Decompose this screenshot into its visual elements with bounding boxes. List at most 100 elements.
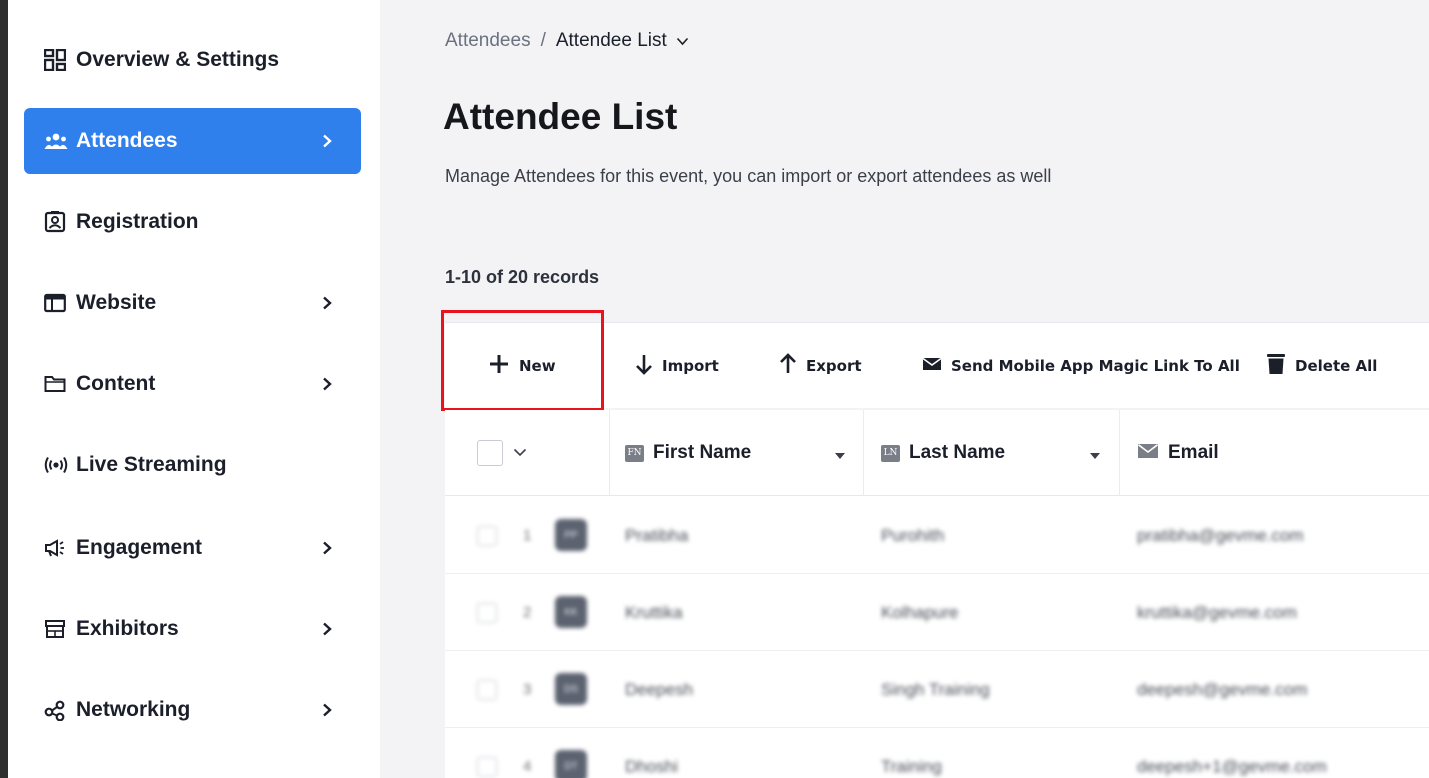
column-label: Email: [1168, 442, 1219, 463]
sidebar-item-label: Engagement: [76, 536, 203, 559]
column-divider: [609, 410, 610, 496]
records-count: 1-10 of 20 records: [445, 267, 600, 287]
last-name-cell: Training: [881, 756, 942, 776]
delete-all-label: Delete All: [1295, 357, 1378, 375]
row-checkbox[interactable]: [477, 757, 497, 777]
row-checkbox[interactable]: [477, 526, 497, 546]
email-cell: deepesh+1@gevme.com: [1137, 756, 1327, 776]
sidebar-item-engagement[interactable]: Engagement: [24, 515, 361, 581]
row-number: 2: [523, 604, 532, 621]
select-all-checkbox-group[interactable]: [477, 410, 527, 496]
export-button-label: Export: [806, 357, 862, 375]
sidebar-item-label: Networking: [76, 698, 191, 721]
last-name-cell: Purohith: [881, 525, 945, 545]
chevron-right-icon: [317, 374, 337, 394]
attendee-table: FN First Name LN Last Name Email 1 PP Pr…: [445, 410, 1429, 778]
megaphone-icon: [44, 538, 72, 558]
last-name-cell: Singh Training: [881, 679, 990, 699]
sidebar-item-label: Exhibitors: [76, 617, 179, 640]
export-button[interactable]: Export: [779, 323, 862, 409]
avatar: DS: [555, 673, 587, 705]
table-header: FN First Name LN Last Name Email: [445, 410, 1429, 496]
import-button-label: Import: [662, 357, 719, 375]
chevron-down-icon[interactable]: [513, 444, 527, 462]
delete-all-button[interactable]: Delete All: [1266, 323, 1377, 409]
window-frame-edge: [0, 0, 8, 778]
sidebar-item-label: Website: [76, 291, 157, 314]
table-row[interactable]: 1 PP Pratibha Purohith pratibha@gevme.co…: [445, 497, 1429, 574]
send-magic-link-label: Send Mobile App Magic Link To All: [951, 357, 1240, 375]
sidebar-item-attendees[interactable]: Attendees: [24, 108, 361, 174]
chevron-right-icon: [317, 700, 337, 720]
avatar: PP: [555, 519, 587, 551]
table-row[interactable]: 2 KK Kruttika Kolhapure kruttika@gevme.c…: [445, 574, 1429, 651]
page-subtitle: Manage Attendees for this event, you can…: [445, 166, 1052, 186]
new-button-highlight: [441, 310, 604, 411]
column-label: First Name: [653, 442, 752, 463]
main-content: Attendees / Attendee List Attendee List …: [380, 0, 1429, 778]
row-number: 1: [523, 527, 532, 544]
arrow-up-icon: [779, 353, 797, 379]
browser-window-icon: [44, 293, 72, 313]
first-name-cell: Deepesh: [625, 679, 694, 699]
sidebar-item-label: Attendees: [76, 129, 178, 152]
avatar: DT: [555, 750, 587, 778]
select-all-checkbox[interactable]: [477, 440, 503, 466]
row-checkbox[interactable]: [477, 603, 497, 623]
id-badge-icon: [44, 211, 72, 233]
column-header-last-name[interactable]: LN Last Name: [881, 410, 1005, 496]
column-divider: [863, 410, 864, 496]
email-cell: kruttika@gevme.com: [1137, 602, 1297, 622]
sidebar-item-label: Content: [76, 372, 156, 395]
first-name-cell: Dhoshi: [625, 756, 678, 776]
sidebar-item-live-streaming[interactable]: Live Streaming: [24, 432, 361, 498]
sidebar-item-networking[interactable]: Networking: [24, 677, 361, 743]
chevron-down-icon: [676, 30, 689, 52]
last-name-cell: Kolhapure: [881, 602, 959, 622]
chevron-right-icon: [317, 293, 337, 313]
sort-caret-icon[interactable]: [835, 453, 845, 459]
sort-caret-icon[interactable]: [1090, 453, 1100, 459]
trash-icon: [1266, 352, 1286, 380]
column-header-email[interactable]: Email: [1137, 410, 1219, 496]
sidebar-item-overview-settings[interactable]: Overview & Settings: [24, 27, 361, 93]
chevron-right-icon: [317, 131, 337, 151]
column-label: Last Name: [909, 442, 1006, 463]
sidebar-item-registration[interactable]: Registration: [24, 189, 361, 255]
first-name-badge-icon: FN: [625, 444, 644, 462]
envelope-icon: [922, 356, 942, 376]
chevron-right-icon: [317, 619, 337, 639]
table-row[interactable]: 3 DS Deepesh Singh Training deepesh@gevm…: [445, 651, 1429, 728]
broadcast-icon: [44, 456, 72, 474]
breadcrumb-root-link[interactable]: Attendees: [445, 30, 531, 52]
first-name-cell: Kruttika: [625, 602, 683, 622]
sidebar-item-content[interactable]: Content: [24, 351, 361, 417]
breadcrumb-current-dropdown[interactable]: Attendee List: [556, 30, 689, 52]
avatar: KK: [555, 596, 587, 628]
sidebar-item-exhibitors[interactable]: Exhibitors: [24, 596, 361, 662]
send-magic-link-button[interactable]: Send Mobile App Magic Link To All: [922, 323, 1240, 409]
page-title: Attendee List: [443, 96, 678, 137]
store-icon: [44, 619, 72, 639]
envelope-outline-icon: [1137, 443, 1159, 464]
share-nodes-icon: [44, 699, 72, 721]
email-cell: pratibha@gevme.com: [1137, 525, 1304, 545]
chevron-right-icon: [317, 538, 337, 558]
folder-icon: [44, 374, 72, 394]
breadcrumb-current-label: Attendee List: [555, 30, 667, 52]
import-button[interactable]: Import: [635, 323, 719, 409]
sidebar-item-label: Registration: [76, 210, 199, 233]
sidebar-item-website[interactable]: Website: [24, 270, 361, 336]
arrow-down-icon: [635, 353, 653, 379]
sidebar-item-label: Overview & Settings: [76, 48, 280, 71]
first-name-cell: Pratibha: [625, 525, 689, 545]
breadcrumb-separator: /: [540, 30, 546, 51]
column-header-first-name[interactable]: FN First Name: [625, 410, 751, 496]
last-name-badge-icon: LN: [881, 444, 900, 462]
column-divider: [1119, 410, 1120, 496]
row-number: 3: [523, 681, 532, 698]
row-checkbox[interactable]: [477, 680, 497, 700]
table-row[interactable]: 4 DT Dhoshi Training deepesh+1@gevme.com: [445, 728, 1429, 778]
breadcrumb: Attendees / Attendee List: [445, 30, 689, 52]
dashboard-icon: [44, 49, 72, 71]
